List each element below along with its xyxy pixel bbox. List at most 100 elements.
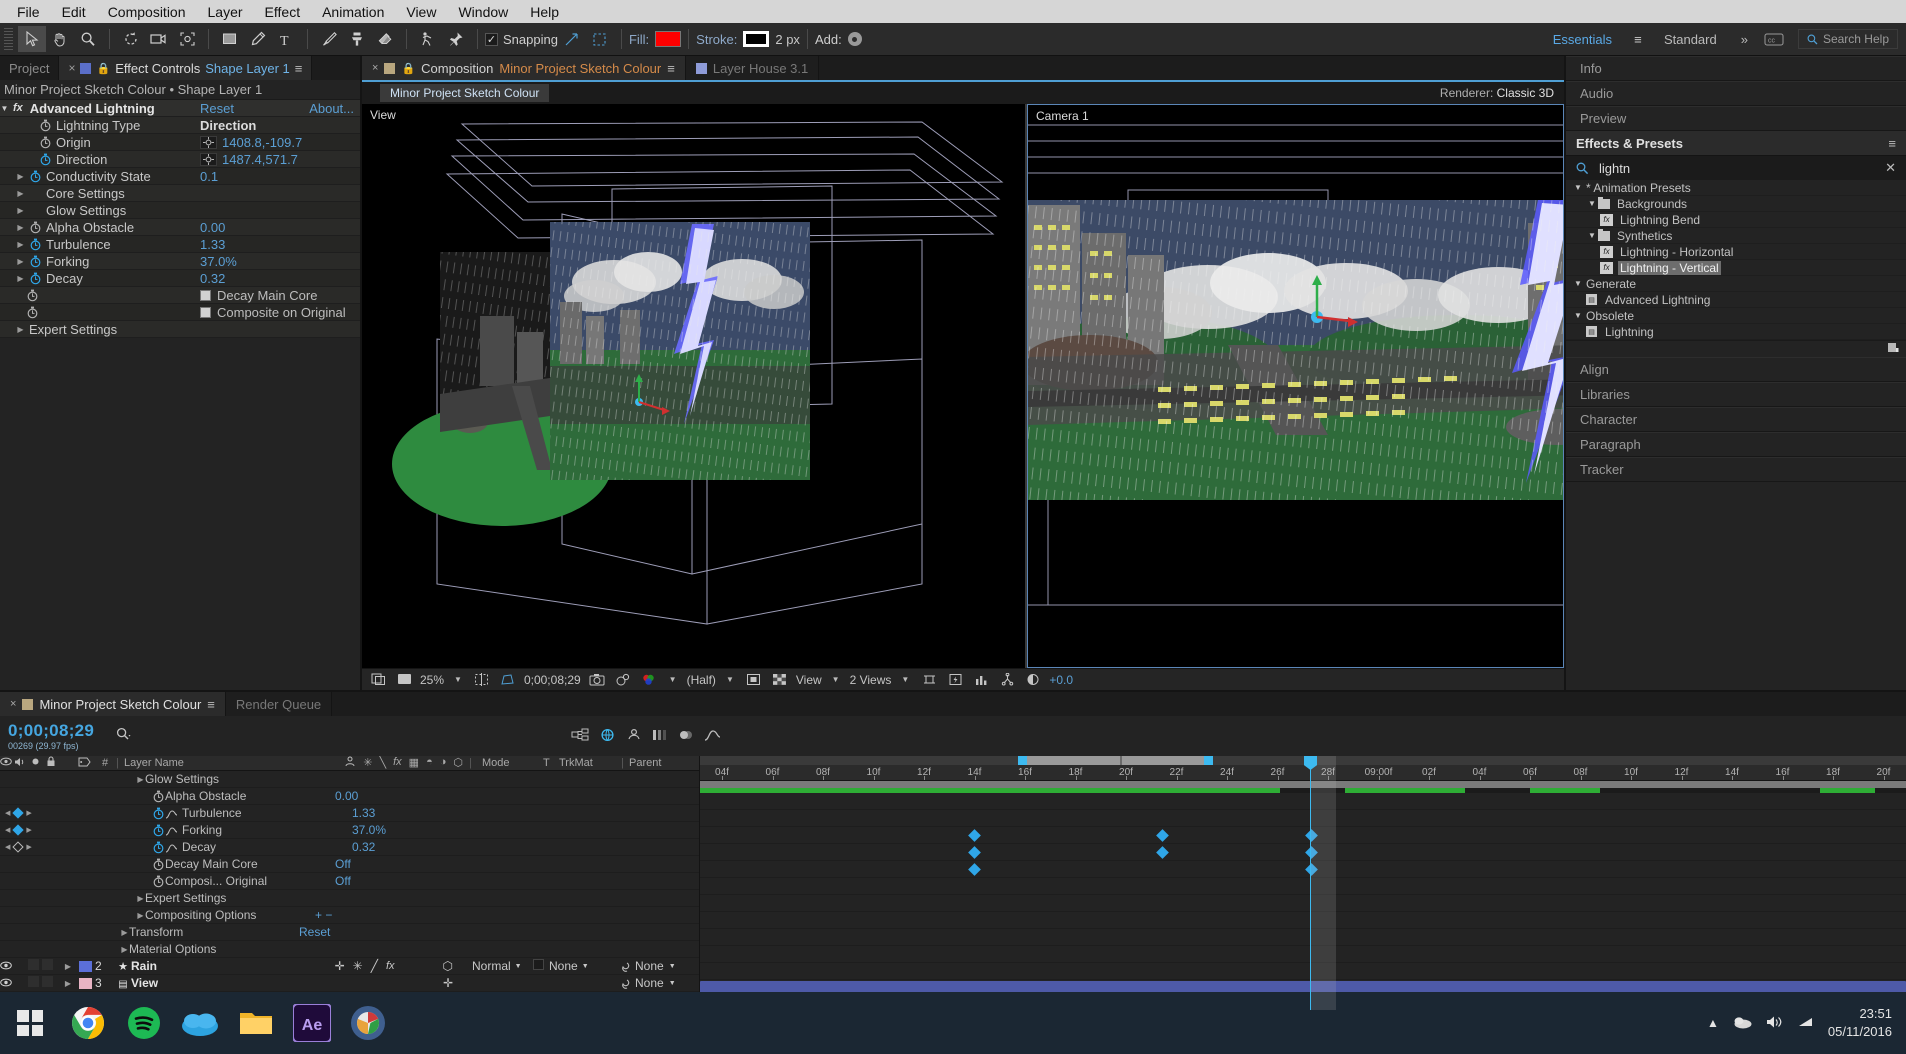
next-keyframe-arrow[interactable]: ▶ xyxy=(26,809,31,817)
viewport-right[interactable]: Camera 1 xyxy=(1027,104,1564,668)
effect-property-value[interactable]: 1.33 xyxy=(200,237,225,252)
menu-help[interactable]: Help xyxy=(519,2,570,22)
stroke-swatch[interactable] xyxy=(743,31,770,47)
layer-visibility-toggle[interactable] xyxy=(0,959,12,973)
tray-expand-icon[interactable]: ▲ xyxy=(1707,1016,1719,1030)
stopwatch-icon[interactable] xyxy=(152,807,165,820)
motion-blur-icon[interactable]: ◓ xyxy=(426,756,433,770)
rotation-tool[interactable] xyxy=(117,26,145,52)
tray-network-icon[interactable] xyxy=(1797,1015,1814,1032)
time-ruler[interactable]: 04f 06f 08f 10f 12f 14f 16f 18f 20f 22f 24f 26f 28f 0… xyxy=(700,765,1906,781)
stopwatch-icon[interactable] xyxy=(26,289,39,302)
quality-icon[interactable]: ╲ xyxy=(379,756,386,770)
roto-brush-tool[interactable] xyxy=(414,26,442,52)
effect-checkbox-row[interactable]: Decay Main Core xyxy=(0,287,360,304)
lock-icon[interactable]: 🔒 xyxy=(401,62,415,75)
pan-behind-tool[interactable] xyxy=(173,26,201,52)
effects-tree-item[interactable]: fx Lightning Bend xyxy=(1566,212,1906,228)
timeline-graph-icon[interactable] xyxy=(971,667,991,693)
timeline-layer-row[interactable]: ▶ 2 ★ Rain ✛ ✳ ╱ fx ⬡ Normal ▼ None ▼ None ▼ xyxy=(0,958,699,975)
stopwatch-icon[interactable] xyxy=(152,858,165,871)
effects-tree-item[interactable]: ▼ Backgrounds xyxy=(1566,196,1906,212)
disclosure-triangle[interactable]: ▶ xyxy=(120,945,129,954)
snapshot-icon[interactable] xyxy=(587,667,607,693)
disclosure-triangle[interactable]: ▼ xyxy=(1586,199,1598,208)
keyframe-marker[interactable] xyxy=(968,829,981,842)
disclosure-triangle[interactable]: ▼ xyxy=(1572,311,1584,320)
viewport-left[interactable]: View xyxy=(362,104,1025,668)
effects-search-box[interactable]: lightn ✕ xyxy=(1566,156,1906,180)
stopwatch-icon[interactable] xyxy=(39,153,52,166)
channel-dropdown-icon[interactable]: ▼ xyxy=(665,675,681,684)
property-value[interactable]: 0.00 xyxy=(335,789,358,803)
stopwatch-icon[interactable] xyxy=(26,306,39,319)
timeline-grid-row[interactable] xyxy=(700,844,1906,861)
disclosure-triangle[interactable]: ▶ xyxy=(16,223,25,232)
fill-control[interactable]: Fill: xyxy=(629,31,682,47)
layer-label-color[interactable] xyxy=(79,960,92,972)
menu-effect[interactable]: Effect xyxy=(254,2,312,22)
timeline-property-row[interactable]: Alpha Obstacle 0.00 xyxy=(0,788,699,805)
eraser-tool[interactable] xyxy=(371,26,399,52)
keyframe-toggle[interactable] xyxy=(12,841,25,853)
lock-icon[interactable] xyxy=(42,756,60,770)
disclosure-triangle[interactable]: ▼ xyxy=(0,104,9,113)
panel-character[interactable]: Character xyxy=(1566,407,1906,432)
effects-tree-item[interactable]: fx Lightning - Horizontal xyxy=(1566,244,1906,260)
snapping-checkbox[interactable]: ✓ xyxy=(485,32,498,46)
effect-row[interactable]: Lightning Type Direction xyxy=(0,117,360,134)
work-area-start-handle[interactable] xyxy=(1018,756,1027,765)
parent-header[interactable]: Parent xyxy=(629,757,699,769)
menu-animation[interactable]: Animation xyxy=(311,2,395,22)
solo-icon[interactable] xyxy=(28,757,42,769)
effect-property-value[interactable]: 37.0% xyxy=(200,254,237,269)
frame-blend-icon[interactable]: ▦ xyxy=(409,756,419,770)
tab-effect-controls[interactable]: × 🔒 Effect Controls Shape Layer 1 ≡ xyxy=(59,56,313,80)
anchor-point-button[interactable] xyxy=(200,152,217,166)
keyframe-toggle[interactable] xyxy=(12,807,25,819)
add-icon[interactable] xyxy=(847,32,862,46)
effects-tree-item[interactable]: ▤ Advanced Lightning xyxy=(1566,292,1906,308)
timeline-grid-row[interactable] xyxy=(700,963,1906,980)
stopwatch-icon[interactable] xyxy=(152,790,165,803)
trash-icon[interactable] xyxy=(1886,341,1900,357)
main-viewer-icon[interactable] xyxy=(394,667,414,693)
effect-row[interactable]: ▶ Forking 37.0% xyxy=(0,253,360,270)
clear-search-icon[interactable]: ✕ xyxy=(1885,160,1896,176)
zoom-level[interactable]: 25% xyxy=(420,673,444,687)
region-of-interest-icon[interactable] xyxy=(744,667,764,693)
property-value[interactable]: 37.0% xyxy=(352,823,386,837)
track-matte-select[interactable]: None ▼ xyxy=(549,959,611,973)
effects-icon[interactable]: fx xyxy=(393,756,402,770)
keyframe-marker[interactable] xyxy=(968,863,981,876)
taskbar-clock[interactable]: 23:51 05/11/2016 xyxy=(1828,1005,1892,1040)
frame-blending-icon[interactable] xyxy=(652,728,668,745)
panel-menu-icon[interactable]: ≡ xyxy=(295,61,303,76)
start-button[interactable] xyxy=(0,992,60,1054)
timeline-property-row[interactable]: ▶ Material Options xyxy=(0,941,699,958)
work-area-end-handle[interactable] xyxy=(1204,756,1213,765)
disclosure-triangle[interactable]: ▼ xyxy=(1572,183,1584,192)
effect-checkbox[interactable] xyxy=(200,306,211,318)
panel-libraries[interactable]: Libraries xyxy=(1566,382,1906,407)
workspace-standard[interactable]: Standard xyxy=(1652,28,1729,51)
effect-row[interactable]: ▶ Glow Settings xyxy=(0,202,360,219)
layer-name[interactable]: Rain xyxy=(131,959,335,973)
work-area-bar[interactable] xyxy=(700,756,1906,765)
panel-info[interactable]: Info xyxy=(1566,56,1906,81)
type-tool[interactable]: T xyxy=(272,26,300,52)
collapse-transform-icon[interactable]: ✳ xyxy=(363,756,372,770)
timeline-property-row[interactable]: Decay Main Core Off xyxy=(0,856,699,873)
panel-paragraph[interactable]: Paragraph xyxy=(1566,432,1906,457)
snap-align-icon[interactable] xyxy=(558,26,586,52)
fast-preview-icon[interactable] xyxy=(945,667,965,693)
zoom-tool[interactable] xyxy=(74,26,102,52)
layer-name-header[interactable]: Layer Name xyxy=(124,757,344,769)
graph-icon[interactable] xyxy=(165,825,178,836)
mask-shape-icon[interactable] xyxy=(498,667,518,693)
prev-keyframe-arrow[interactable]: ◀ xyxy=(5,809,10,817)
add-control[interactable]: Add: xyxy=(815,32,862,47)
effect-property-value[interactable]: 1487.4,571.7 xyxy=(222,152,298,167)
show-snapshot-icon[interactable] xyxy=(613,667,633,693)
effects-search-value[interactable]: lightn xyxy=(1599,161,1630,176)
